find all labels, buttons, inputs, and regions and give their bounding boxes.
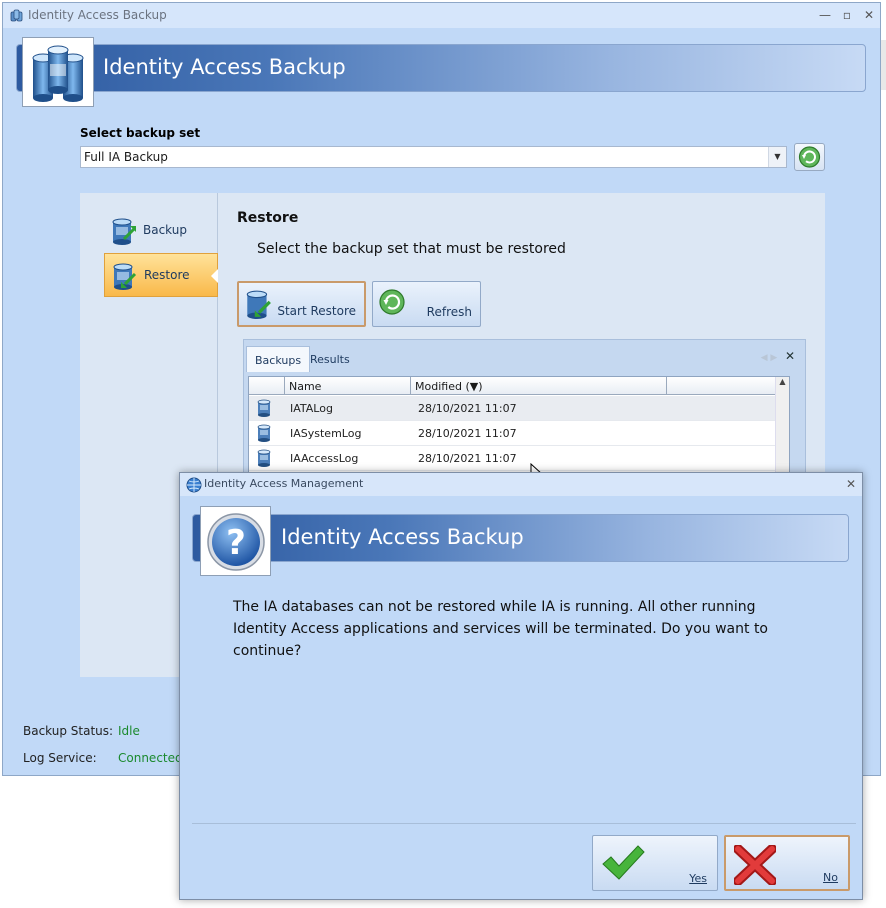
svg-text:?: ? bbox=[226, 523, 246, 563]
grid-scrollbar[interactable]: ▲ bbox=[775, 377, 789, 485]
database-stack-icon bbox=[32, 45, 84, 102]
row-name: IAAccessLog bbox=[290, 452, 359, 465]
refresh-icon bbox=[798, 146, 821, 168]
grid-header: Name Modified (▼) bbox=[249, 377, 777, 395]
globe-icon bbox=[186, 477, 202, 493]
app-icon bbox=[10, 9, 23, 22]
refresh-label: Refresh bbox=[426, 305, 472, 319]
refresh-button[interactable]: Refresh bbox=[372, 281, 481, 327]
row-modified: 28/10/2021 11:07 bbox=[418, 427, 517, 440]
start-restore-button[interactable]: Start Restore bbox=[237, 281, 366, 327]
log-service-label: Log Service: bbox=[23, 751, 97, 765]
section-title: Restore bbox=[237, 210, 299, 226]
refresh-icon bbox=[379, 289, 405, 315]
row-modified: 28/10/2021 11:07 bbox=[418, 402, 517, 415]
yes-label: Yes bbox=[689, 872, 707, 885]
table-row[interactable]: IASystemLog 28/10/2021 11:07 bbox=[249, 421, 777, 446]
no-label: No bbox=[823, 871, 838, 884]
database-backup-icon bbox=[112, 218, 136, 245]
background-window-edge bbox=[881, 40, 886, 90]
row-modified: 28/10/2021 11:07 bbox=[418, 452, 517, 465]
tab-backups[interactable]: Backups bbox=[246, 346, 311, 372]
close-icon[interactable]: ✕ bbox=[858, 6, 880, 24]
select-backup-set-label: Select backup set bbox=[80, 126, 201, 140]
database-icon bbox=[257, 449, 271, 467]
confirm-dialog: Identity Access Management ✕ Identity Ac… bbox=[179, 472, 863, 900]
database-restore-icon bbox=[113, 263, 137, 290]
nav-item-label: Backup bbox=[143, 223, 187, 237]
backup-set-value: Full IA Backup bbox=[84, 150, 168, 164]
question-icon: ? bbox=[207, 513, 265, 571]
row-name: IATALog bbox=[290, 402, 333, 415]
sort-indicator: (▼) bbox=[465, 380, 483, 393]
backups-tab-frame: Backups Results ◀ ▶ ✕ Name Modified (▼) bbox=[243, 339, 806, 486]
backup-status-value: Idle bbox=[118, 724, 140, 738]
nav-item-restore[interactable]: Restore bbox=[104, 253, 218, 297]
tab-results[interactable]: Results bbox=[302, 346, 358, 372]
cross-icon bbox=[734, 845, 776, 885]
log-service-value: Connected bbox=[118, 751, 183, 765]
database-icon bbox=[257, 399, 271, 417]
database-restore-icon bbox=[246, 290, 271, 319]
database-icon bbox=[257, 424, 271, 442]
dialog-separator bbox=[192, 823, 856, 824]
nav-item-label: Restore bbox=[144, 268, 190, 282]
nav-item-backup[interactable]: Backup bbox=[104, 209, 218, 253]
column-header-modified-label: Modified bbox=[415, 380, 462, 393]
backup-status-label: Backup Status: bbox=[23, 724, 114, 738]
scroll-up-icon[interactable]: ▲ bbox=[779, 377, 785, 386]
backup-logo bbox=[22, 37, 94, 107]
refresh-sets-button[interactable] bbox=[794, 143, 825, 171]
check-icon bbox=[602, 845, 645, 880]
yes-button[interactable]: Yes bbox=[592, 835, 718, 891]
table-row[interactable]: IATALog 28/10/2021 11:07 bbox=[249, 396, 777, 421]
main-banner-title: Identity Access Backup bbox=[103, 55, 346, 79]
chevron-down-icon[interactable]: ▼ bbox=[768, 147, 786, 167]
section-description: Select the backup set that must be resto… bbox=[257, 241, 566, 257]
dialog-banner: Identity Access Backup bbox=[192, 514, 849, 562]
start-restore-label: Start Restore bbox=[277, 304, 356, 318]
column-header-modified[interactable]: Modified (▼) bbox=[411, 377, 667, 395]
backups-grid: Name Modified (▼) IATALog 28/10/2021 11:… bbox=[248, 376, 790, 486]
dialog-close-icon[interactable]: ✕ bbox=[840, 475, 862, 493]
main-titlebar[interactable]: Identity Access Backup — ▫ ✕ bbox=[3, 3, 880, 28]
table-row[interactable]: IAAccessLog 28/10/2021 11:07 bbox=[249, 446, 777, 471]
minimize-icon[interactable]: — bbox=[814, 6, 836, 24]
row-name: IASystemLog bbox=[290, 427, 362, 440]
dialog-banner-title: Identity Access Backup bbox=[281, 525, 524, 549]
backup-set-combo[interactable]: Full IA Backup ▼ bbox=[80, 146, 787, 168]
tab-close-icon[interactable]: ◀ ▶ ✕ bbox=[761, 349, 795, 363]
maximize-icon[interactable]: ▫ bbox=[836, 6, 858, 24]
no-button[interactable]: No bbox=[724, 835, 850, 891]
grid-header-blank bbox=[249, 377, 285, 395]
column-header-name[interactable]: Name bbox=[285, 377, 411, 395]
dialog-titlebar[interactable]: Identity Access Management ✕ bbox=[180, 473, 862, 496]
dialog-window-title: Identity Access Management bbox=[204, 477, 364, 490]
main-window-title: Identity Access Backup bbox=[28, 8, 167, 22]
dialog-message: The IA databases can not be restored whi… bbox=[233, 599, 769, 659]
question-logo: ? bbox=[200, 506, 271, 576]
main-banner: Identity Access Backup bbox=[16, 44, 866, 92]
